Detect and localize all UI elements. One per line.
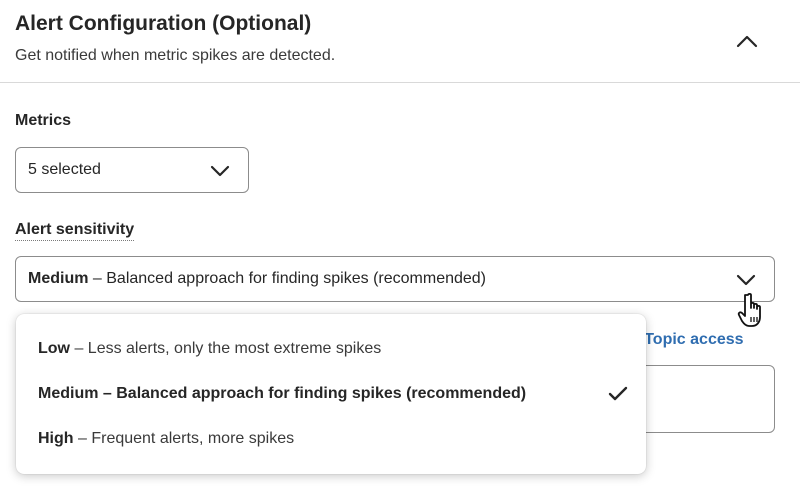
section-header[interactable]: Alert Configuration (Optional) Get notif… — [0, 0, 800, 83]
section-subtitle: Get notified when metric spikes are dete… — [15, 47, 336, 64]
option-level: Low — [38, 340, 70, 357]
option-level: High — [38, 430, 74, 447]
option-medium-label: Medium – Balanced approach for finding s… — [38, 385, 526, 403]
chevron-up-icon — [736, 35, 758, 48]
option-description: – Less alerts, only the most extreme spi… — [70, 340, 382, 357]
chevron-down-icon — [210, 165, 230, 177]
option-description: – Frequent alerts, more spikes — [73, 430, 295, 447]
alert-sensitivity-select[interactable]: Medium – Balanced approach for finding s… — [15, 256, 775, 302]
collapse-button[interactable] — [728, 22, 766, 60]
chevron-down-icon — [736, 274, 756, 286]
option-high-label: High – Frequent alerts, more spikes — [38, 430, 294, 448]
option-medium[interactable]: Medium – Balanced approach for finding s… — [16, 372, 646, 416]
section-title: Alert Configuration (Optional) — [15, 12, 312, 35]
topic-access-link[interactable]: h Topic access — [630, 331, 744, 349]
option-low[interactable]: Low – Less alerts, only the most extreme… — [16, 327, 646, 371]
selected-description: – Balanced approach for finding spikes (… — [88, 270, 487, 287]
sensitivity-dropdown-menu: Low – Less alerts, only the most extreme… — [16, 314, 646, 474]
alert-sensitivity-select-value: Medium – Balanced approach for finding s… — [28, 270, 486, 288]
option-high[interactable]: High – Frequent alerts, more spikes — [16, 417, 646, 461]
option-low-label: Low – Less alerts, only the most extreme… — [38, 340, 381, 358]
checkmark-icon — [608, 386, 628, 401]
metrics-label: Metrics — [15, 112, 72, 129]
metrics-select[interactable]: 5 selected — [15, 147, 249, 193]
pointer-hand-cursor-icon — [737, 292, 761, 327]
alert-configuration-panel: Alert Configuration (Optional) Get notif… — [0, 0, 800, 504]
metrics-select-value: 5 selected — [28, 161, 101, 178]
option-description: – Balanced approach for finding spikes (… — [98, 385, 527, 402]
alert-sensitivity-label: Alert sensitivity — [15, 221, 135, 241]
selected-level: Medium — [28, 270, 89, 287]
option-level: Medium — [38, 385, 99, 402]
